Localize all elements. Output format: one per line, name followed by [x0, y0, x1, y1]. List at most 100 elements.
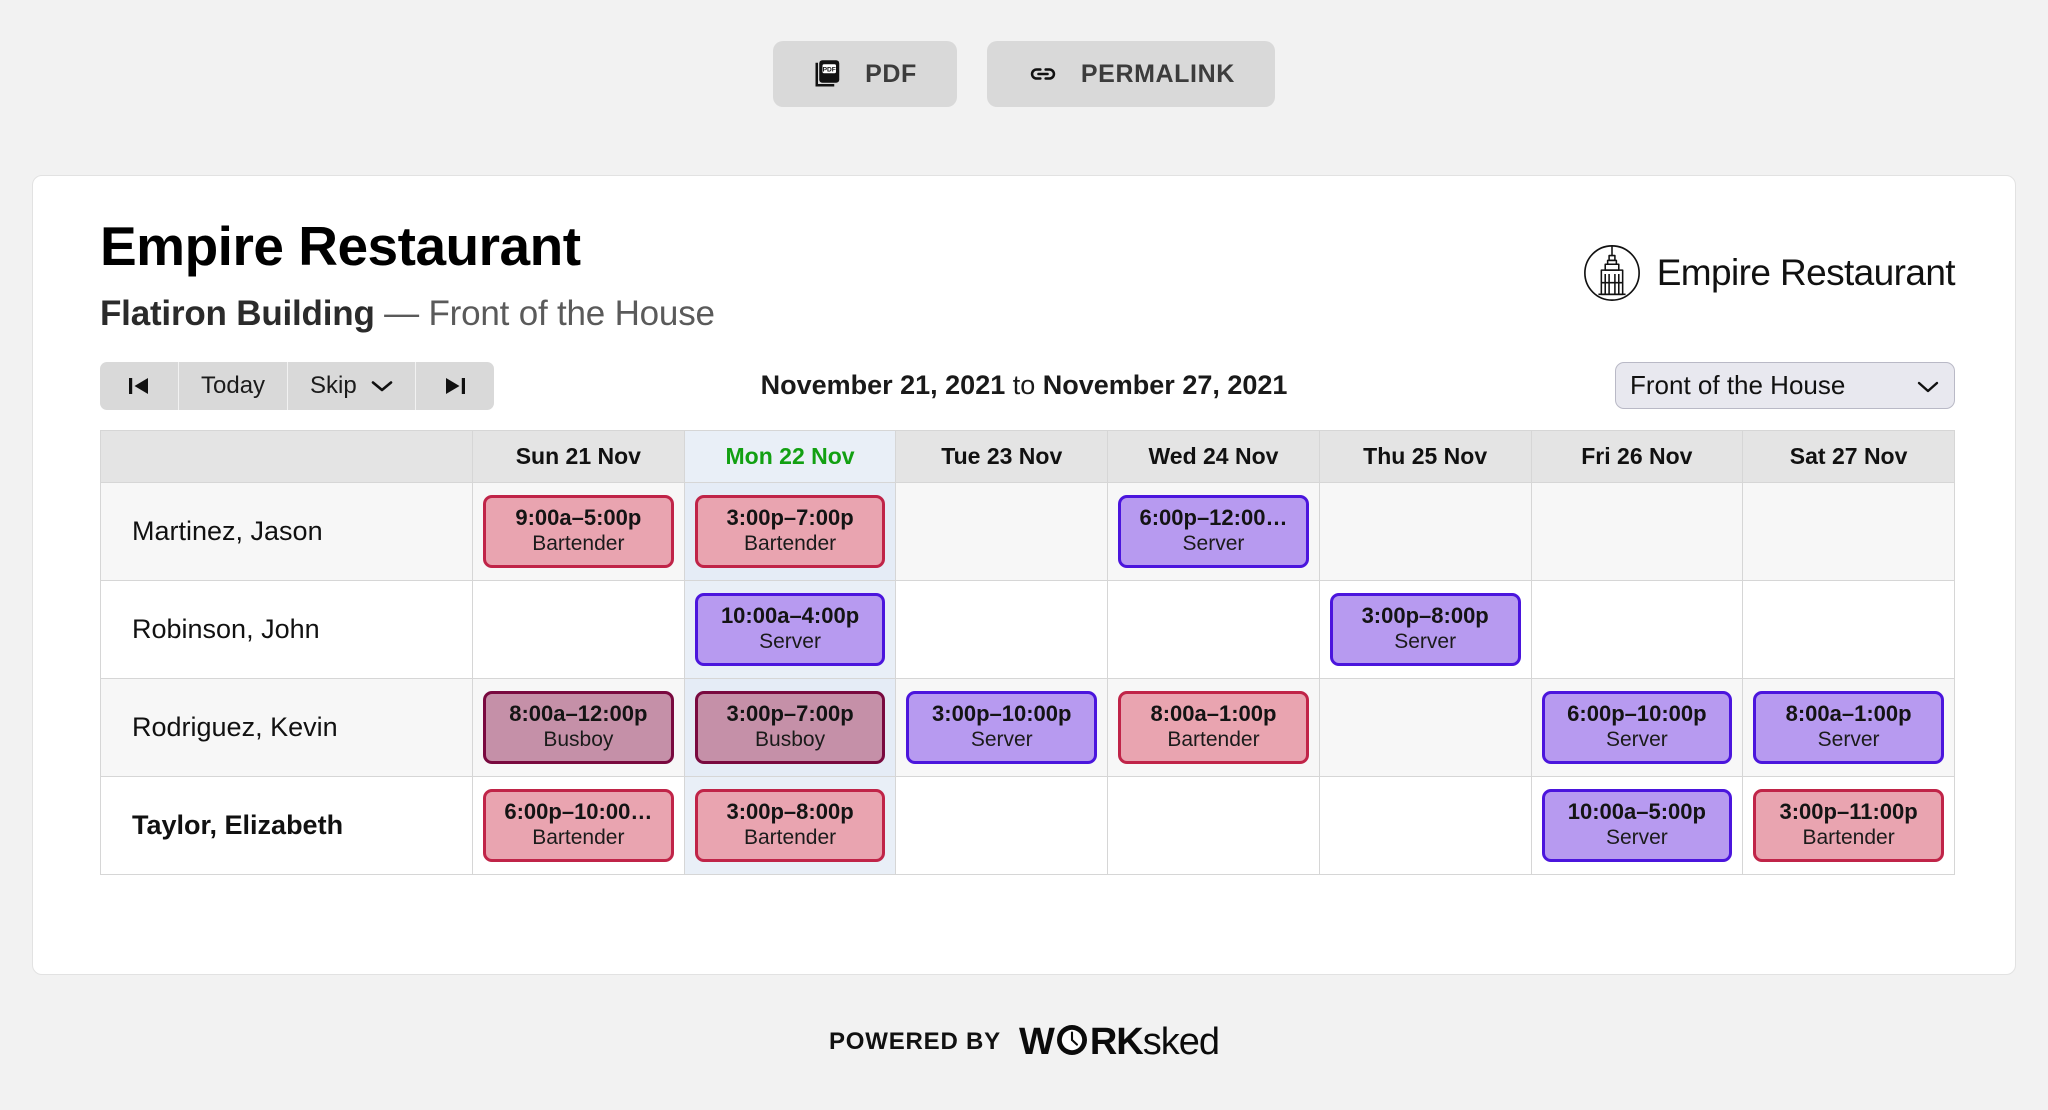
schedule-card: Empire Restaurant Flatiron Building — Fr…	[32, 175, 2016, 975]
shift-cell-tue: 3:00p–10:00p Server	[895, 677, 1109, 777]
today-button[interactable]: Today	[179, 361, 289, 410]
shift-cell-sun: 6:00p–10:00… Bartender	[472, 775, 685, 875]
shift-chip[interactable]: 10:00a–4:00p Server	[694, 592, 886, 666]
shift-chip[interactable]: 9:00a–5:00p Bartender	[483, 494, 674, 568]
shift-cell-thu	[1318, 481, 1532, 581]
shift-role: Server	[1817, 727, 1880, 751]
subtitle-separator: —	[374, 293, 429, 333]
shift-chip[interactable]: 3:00p–11:00p Bartender	[1753, 788, 1944, 862]
shift-chip[interactable]: 3:00p–7:00p Bartender	[694, 494, 886, 568]
shift-time: 8:00a–12:00p	[509, 700, 648, 726]
shift-role: Busboy	[755, 727, 826, 751]
permalink-button[interactable]: PERMALINK	[986, 41, 1275, 107]
shift-time: 10:00a–4:00p	[720, 602, 860, 628]
skip-to-start-icon	[126, 375, 152, 397]
shift-role: Bartender	[1802, 825, 1895, 849]
shift-role: Bartender	[743, 531, 837, 555]
clock-icon	[1055, 1023, 1089, 1062]
employee-name-cell: Rodriguez, Kevin	[100, 677, 473, 777]
department-select[interactable]: Front of the House	[1615, 362, 1955, 410]
shift-role: Bartender	[532, 825, 625, 849]
department-select-value: Front of the House	[1630, 370, 1846, 401]
shift-time: 3:00p–8:00p	[1361, 602, 1489, 628]
employee-column-header	[100, 429, 473, 483]
shift-cell-thu	[1318, 775, 1532, 875]
shift-role: Bartender	[743, 825, 837, 849]
powered-by-label: POWERED BY	[828, 1028, 1001, 1055]
shift-cell-wed	[1107, 579, 1320, 679]
shift-chip[interactable]: 3:00p–8:00p Bartender	[694, 788, 886, 862]
week-nav-group: Today Skip	[100, 361, 494, 410]
shift-chip[interactable]: 3:00p–7:00p Busboy	[694, 690, 886, 764]
shift-time: 10:00a–5:00p	[1567, 798, 1706, 824]
skip-dropdown-button[interactable]: Skip	[288, 361, 416, 410]
shift-chip[interactable]: 3:00p–10:00p Server	[906, 690, 1098, 764]
shift-cell-wed: 6:00p–12:00… Server	[1107, 481, 1320, 581]
schedule-table-head: Sun 21 Nov Mon 22 Nov Tue 23 Nov Wed 24 …	[100, 429, 1955, 483]
shift-chip[interactable]: 10:00a–5:00p Server	[1541, 788, 1733, 862]
shift-chip[interactable]: 6:00p–10:00… Bartender	[483, 788, 674, 862]
shift-cell-sat	[1742, 481, 1955, 581]
chevron-down-icon	[1916, 370, 1940, 401]
shift-time: 9:00a–5:00p	[515, 504, 642, 530]
shift-cell-sun	[472, 579, 685, 679]
wordmark-w: W	[1018, 1021, 1055, 1063]
shift-cell-mon: 10:00a–4:00p Server	[683, 579, 897, 679]
pdf-button[interactable]: PDF PDF	[773, 41, 957, 107]
shift-time: 8:00a–1:00p	[1150, 700, 1277, 726]
day-header-thu: Thu 25 Nov	[1318, 429, 1532, 483]
permalink-button-label: PERMALINK	[1080, 59, 1235, 88]
shift-cell-mon: 3:00p–7:00p Busboy	[683, 677, 897, 777]
title-block: Empire Restaurant Flatiron Building — Fr…	[67, 217, 715, 334]
shift-chip[interactable]: 8:00a–1:00p Server	[1753, 690, 1944, 764]
shift-role: Server	[759, 629, 821, 653]
table-row: Robinson, John 10:00a–4:00p Server 3:00p–8:…	[100, 579, 1955, 679]
shift-cell-thu: 3:00p–8:00p Server	[1318, 579, 1532, 679]
shift-chip[interactable]: 6:00p–12:00… Server	[1118, 494, 1309, 568]
schedule-table: Sun 21 Nov Mon 22 Nov Tue 23 Nov Wed 24 …	[100, 429, 1955, 875]
brand-logo-text: Empire Restaurant	[1656, 252, 1956, 293]
shift-time: 6:00p–10:00…	[504, 798, 653, 824]
worksked-wordmark: W RK sked	[1018, 1020, 1220, 1064]
next-week-button[interactable]	[415, 361, 494, 410]
skip-to-end-icon	[442, 375, 468, 397]
shift-time: 8:00a–1:00p	[1785, 700, 1912, 726]
shift-cell-tue	[895, 481, 1109, 581]
shift-cell-thu	[1318, 677, 1532, 777]
shift-role: Bartender	[532, 531, 625, 555]
table-row: Taylor, Elizabeth 6:00p–10:00… Bartender 3:…	[100, 775, 1955, 875]
shift-time: 3:00p–8:00p	[726, 798, 854, 824]
wordmark-sked: sked	[1142, 1021, 1220, 1063]
shift-chip[interactable]: 3:00p–8:00p Server	[1329, 592, 1521, 666]
day-header-tue: Tue 23 Nov	[895, 429, 1109, 483]
shift-cell-fri	[1530, 481, 1744, 581]
shift-cell-wed: 8:00a–1:00p Bartender	[1107, 677, 1320, 777]
day-header-sun: Sun 21 Nov	[472, 429, 685, 483]
shift-chip[interactable]: 8:00a–12:00p Busboy	[483, 690, 674, 764]
day-header-mon: Mon 22 Nov	[683, 429, 897, 483]
empire-state-building-icon	[1581, 242, 1643, 304]
schedule-toolbar: Today Skip November 21, 2021 to November…	[67, 361, 1981, 410]
shift-time: 3:00p–7:00p	[726, 504, 854, 530]
day-header-fri: Fri 26 Nov	[1530, 429, 1744, 483]
shift-cell-fri: 6:00p–10:00p Server	[1530, 677, 1744, 777]
shift-role: Server	[970, 727, 1033, 751]
shift-role: Server	[1605, 825, 1668, 849]
previous-week-button[interactable]	[100, 361, 179, 410]
shift-time: 6:00p–12:00…	[1139, 504, 1288, 530]
shift-cell-sat: 8:00a–1:00p Server	[1742, 677, 1955, 777]
shift-chip[interactable]: 6:00p–10:00p Server	[1541, 690, 1733, 764]
shift-cell-wed	[1107, 775, 1320, 875]
shift-time: 6:00p–10:00p	[1567, 700, 1707, 726]
subtitle-department: Front of the House	[428, 293, 715, 333]
page-subtitle: Flatiron Building — Front of the House	[100, 294, 715, 334]
shift-cell-mon: 3:00p–7:00p Bartender	[683, 481, 897, 581]
shift-cell-fri	[1530, 579, 1744, 679]
date-range-start: November 21, 2021	[760, 370, 1006, 401]
link-icon	[1027, 58, 1059, 90]
today-button-label: Today	[201, 371, 266, 399]
chevron-down-icon	[371, 379, 393, 393]
svg-text:PDF: PDF	[823, 67, 836, 74]
shift-cell-sun: 9:00a–5:00p Bartender	[472, 481, 685, 581]
shift-chip[interactable]: 8:00a–1:00p Bartender	[1118, 690, 1309, 764]
